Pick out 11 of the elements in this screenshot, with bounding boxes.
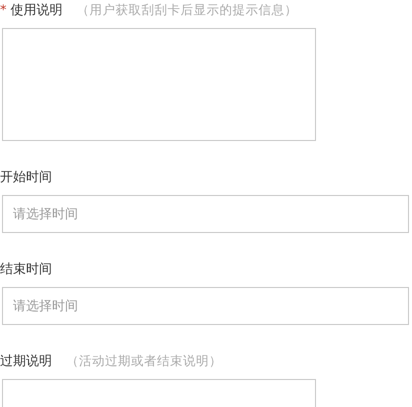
field-hint: （用户获取刮刮卡后显示的提示信息） xyxy=(76,2,298,18)
field-label: 过期说明 xyxy=(0,353,52,370)
time-input-field[interactable]: 请选择时间 xyxy=(2,287,409,325)
field-label: 开始时间 xyxy=(0,169,52,186)
field-label: 使用说明 xyxy=(10,2,62,19)
field-label: 结束时间 xyxy=(0,261,52,278)
required-mark: * xyxy=(0,2,6,18)
field-hint: （活动过期或者结束说明） xyxy=(66,352,222,370)
time-input-field[interactable]: 请选择时间 xyxy=(2,195,409,233)
text-area[interactable] xyxy=(2,28,316,141)
text-area[interactable] xyxy=(2,379,316,407)
